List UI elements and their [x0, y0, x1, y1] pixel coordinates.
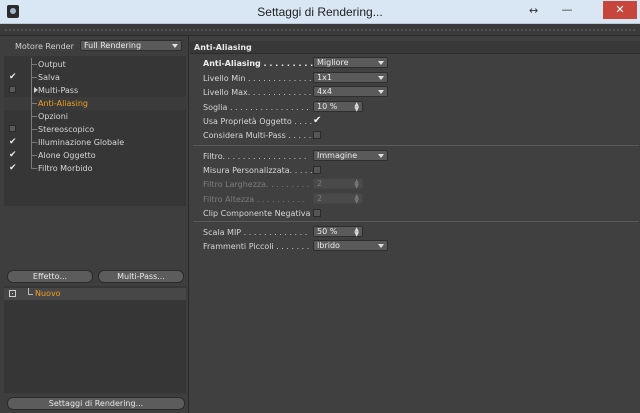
renderer-dropdown[interactable]: Full Rendering — [80, 40, 182, 51]
use-object-props-checkbox[interactable]: ✔ — [313, 115, 322, 126]
check-icon[interactable]: ✔ — [9, 72, 17, 82]
checkbox[interactable] — [9, 125, 16, 132]
chevron-down-icon — [378, 154, 384, 158]
custom-size-label: Misura Personalizzata. . . . . — [203, 166, 313, 175]
filter-height-value: 2 — [317, 194, 323, 203]
filter-width-value: 2 — [317, 179, 323, 188]
check-icon: ✔ — [313, 115, 322, 126]
tree-item-opzioni[interactable]: Opzioni — [4, 110, 186, 123]
min-level-dropdown[interactable]: 1x1 — [313, 72, 388, 83]
max-level-label: Livello Max. . . . . . . . . . . . . — [203, 88, 312, 97]
render-presets-list: Nuovo — [4, 286, 186, 393]
render-settings-button[interactable]: Settaggi di Rendering... — [7, 397, 185, 410]
checkbox[interactable] — [9, 86, 16, 93]
filter-height-stepper[interactable]: 2 ▲ ▼ — [313, 193, 363, 205]
check-icon[interactable]: ✔ — [9, 163, 17, 173]
title-bar: Settaggi di Rendering... ↔ — ✕ — [0, 0, 640, 24]
close-button[interactable]: ✕ — [603, 1, 637, 19]
chevron-down-icon — [378, 90, 384, 94]
chevron-down-icon — [378, 61, 384, 65]
check-icon[interactable]: ✔ — [9, 150, 17, 160]
renderer-value: Full Rendering — [84, 41, 142, 50]
tree-item-label: Output — [38, 60, 66, 69]
stepper-arrows-icon: ▲ ▼ — [354, 193, 359, 205]
anti-aliasing-value: Migliore — [317, 58, 349, 67]
small-fragments-dropdown[interactable]: Ibrido — [313, 240, 388, 251]
tree-item-illuminazione[interactable]: ✔ Illuminazione Globale — [4, 136, 186, 149]
chevron-down-icon — [378, 76, 384, 80]
resize-icon[interactable]: ↔ — [529, 4, 538, 17]
tree-item-label: Salva — [38, 73, 60, 82]
threshold-stepper[interactable]: 10 % ▲ ▼ — [313, 101, 363, 113]
min-level-label: Livello Min . . . . . . . . . . . . . — [203, 74, 312, 83]
window-title: Settaggi di Rendering... — [257, 5, 383, 19]
multipass-button[interactable]: Multi-Pass... — [98, 270, 184, 283]
anti-aliasing-label: Anti-Aliasing . . . . . . . . . . . . — [203, 59, 331, 68]
effect-button[interactable]: Effetto... — [7, 270, 93, 283]
properties-pane: Anti-Aliasing Anti-Aliasing . . . . . . … — [190, 36, 640, 413]
tree-item-stereoscopico[interactable]: Stereoscopico — [4, 123, 186, 136]
section-title: Anti-Aliasing — [194, 43, 252, 52]
tree-item-label: Filtro Morbido — [38, 164, 93, 173]
tree-item-label: Multi-Pass — [38, 86, 79, 95]
tree-item-label: Opzioni — [38, 112, 68, 121]
filter-label: Filtro. . . . . . . . . . . . . . . . . — [203, 152, 307, 161]
use-object-props-label: Usa Proprietà Oggetto . . . . — [203, 117, 313, 126]
tree-item-output[interactable]: Output — [4, 58, 186, 71]
mip-scale-value: 50 % — [317, 227, 338, 236]
threshold-value: 10 % — [317, 102, 338, 111]
section-header: Anti-Aliasing — [190, 41, 640, 54]
filter-width-stepper[interactable]: 2 ▲ ▼ — [313, 178, 363, 190]
minimize-button[interactable]: — — [556, 3, 578, 19]
max-level-value: 4x4 — [317, 87, 332, 96]
divider — [193, 221, 639, 222]
left-pane: Motore Render Full Rendering Output ✔ Sa… — [0, 36, 189, 413]
consider-multipass-label: Considera Multi-Pass . . . . . — [203, 131, 312, 140]
tree-item-alone[interactable]: ✔ Alone Oggetto — [4, 149, 186, 162]
clip-negative-checkbox[interactable] — [313, 209, 321, 217]
preset-label: Nuovo — [35, 289, 61, 298]
clip-negative-label: Clip Componente Negativa — [203, 209, 311, 218]
custom-size-checkbox[interactable] — [313, 166, 321, 174]
tree-item-multipass[interactable]: Multi-Pass — [4, 84, 186, 97]
min-level-value: 1x1 — [317, 73, 332, 82]
mip-scale-stepper[interactable]: 50 % ▲ ▼ — [313, 226, 363, 238]
tree-item-salva[interactable]: ✔ Salva — [4, 71, 186, 84]
tree-item-label: Anti-Aliasing — [38, 99, 88, 108]
tree-item-label: Alone Oggetto — [38, 151, 96, 160]
tree-item-anti-aliasing[interactable]: Anti-Aliasing — [4, 97, 186, 110]
stepper-arrows-icon[interactable]: ▲ ▼ — [354, 102, 359, 113]
threshold-label: Soglia . . . . . . . . . . . . . . . . — [203, 103, 309, 112]
small-fragments-value: Ibrido — [317, 241, 340, 250]
filter-value: Immagine — [317, 151, 358, 160]
filter-dropdown[interactable]: Immagine — [313, 150, 388, 161]
small-fragments-label: Frammenti Piccoli . . . . . . . — [203, 242, 310, 251]
consider-multipass-checkbox[interactable] — [313, 131, 321, 139]
max-level-dropdown[interactable]: 4x4 — [313, 86, 388, 97]
mip-scale-label: Scala MIP . . . . . . . . . . . . . — [203, 228, 308, 237]
filter-width-label: Filtro Larghezza. . . . . . . . . — [203, 180, 310, 189]
toolbar-grip — [0, 24, 640, 36]
check-icon[interactable]: ✔ — [9, 137, 17, 147]
divider — [193, 145, 639, 146]
chevron-down-icon — [172, 44, 178, 48]
tree-item-label: Stereoscopico — [38, 125, 95, 134]
render-settings-icon — [9, 290, 16, 297]
renderer-label: Motore Render — [15, 42, 74, 51]
settings-tree: Output ✔ Salva Multi-Pass Anti-Aliasing … — [4, 56, 186, 206]
preset-item-nuovo[interactable]: Nuovo — [4, 288, 186, 300]
filter-height-label: Filtro Altezza . . . . . . . . . . — [203, 195, 306, 204]
tree-item-filtro-morbido[interactable]: ✔ Filtro Morbido — [4, 162, 186, 175]
anti-aliasing-dropdown[interactable]: Migliore — [313, 57, 388, 68]
chevron-down-icon — [378, 244, 384, 248]
stepper-arrows-icon[interactable]: ▲ ▼ — [354, 227, 359, 238]
tree-item-label: Illuminazione Globale — [38, 138, 125, 147]
stepper-arrows-icon: ▲ ▼ — [354, 178, 359, 190]
